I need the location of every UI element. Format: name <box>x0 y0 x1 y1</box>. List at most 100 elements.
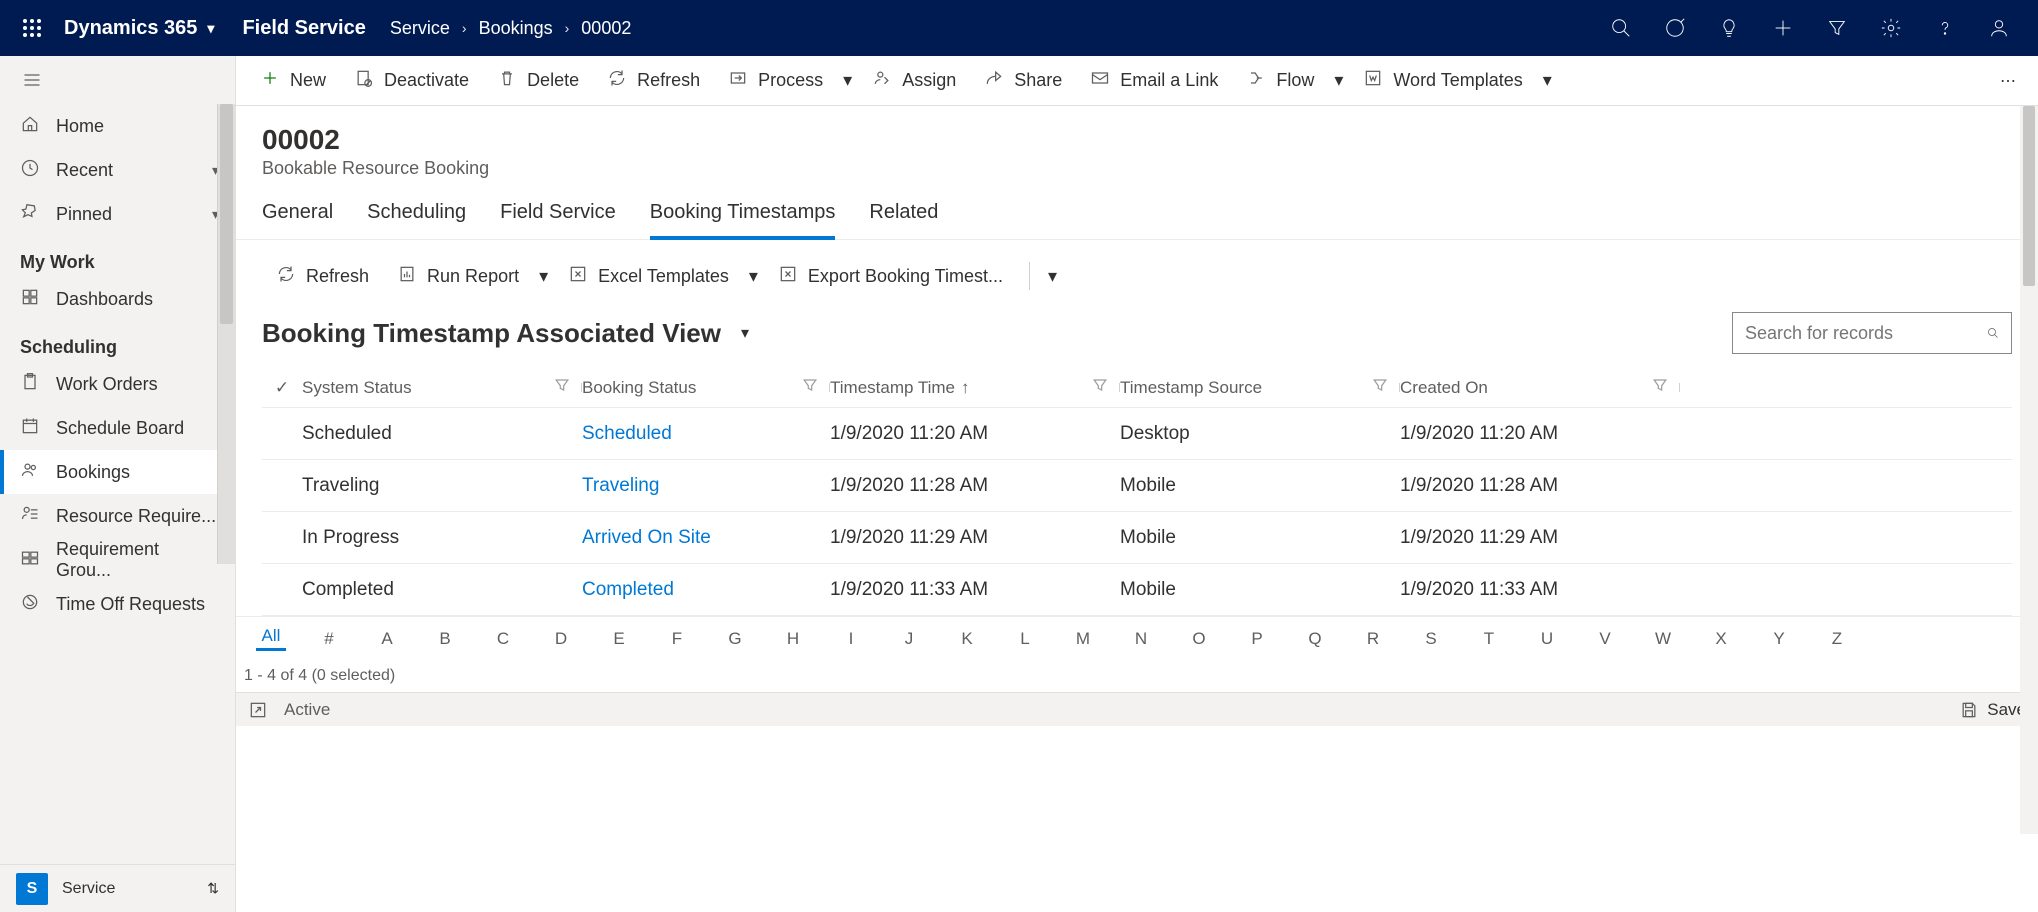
subcmd-refresh[interactable]: Refresh <box>262 256 383 296</box>
help-icon[interactable] <box>1918 0 1972 56</box>
search-input[interactable] <box>1745 323 1977 344</box>
grid-row[interactable]: CompletedCompleted1/9/2020 11:33 AMMobil… <box>262 564 2012 616</box>
cmd-deactivate[interactable]: Deactivate <box>340 61 483 101</box>
alpha-R[interactable]: R <box>1358 629 1388 649</box>
add-icon[interactable] <box>1756 0 1810 56</box>
alpha-G[interactable]: G <box>720 629 750 649</box>
overflow-button[interactable]: ⋯ <box>1988 71 2028 91</box>
sidebar-scrollbar[interactable] <box>217 104 235 564</box>
filter-icon[interactable] <box>1810 0 1864 56</box>
alpha-K[interactable]: K <box>952 629 982 649</box>
popout-icon[interactable] <box>248 700 268 720</box>
lightbulb-icon[interactable] <box>1702 0 1756 56</box>
alpha-S[interactable]: S <box>1416 629 1446 649</box>
alpha-E[interactable]: E <box>604 629 634 649</box>
alpha-J[interactable]: J <box>894 629 924 649</box>
cell-booking-status[interactable]: Completed <box>582 579 830 601</box>
gear-icon[interactable] <box>1864 0 1918 56</box>
alpha-P[interactable]: P <box>1242 629 1272 649</box>
cmd-share[interactable]: Share <box>970 61 1076 101</box>
alpha-W[interactable]: W <box>1648 629 1678 649</box>
col-header-booking-status[interactable]: Booking Status <box>582 375 830 400</box>
search-icon[interactable] <box>1594 0 1648 56</box>
grid-search[interactable] <box>1732 312 2012 354</box>
cmd-chevron[interactable]: ▾ <box>743 256 764 296</box>
alpha-A[interactable]: A <box>372 629 402 649</box>
cmd-chevron[interactable]: ▾ <box>533 256 554 296</box>
subcmd-run-report[interactable]: Run Report <box>383 256 533 296</box>
subcmd-export-booking-timest-[interactable]: Export Booking Timest... <box>764 256 1017 296</box>
col-header-system-status[interactable]: System Status <box>302 375 582 400</box>
filter-icon[interactable] <box>1370 375 1390 400</box>
col-header-timestamp-source[interactable]: Timestamp Source <box>1120 375 1400 400</box>
cmd-word-templates[interactable]: Word Templates <box>1349 61 1536 101</box>
filter-icon[interactable] <box>1650 375 1670 400</box>
alpha-D[interactable]: D <box>546 629 576 649</box>
nav-bookings[interactable]: Bookings <box>0 450 235 494</box>
cmd-new[interactable]: New <box>246 61 340 101</box>
col-header-created-on[interactable]: Created On <box>1400 375 1680 400</box>
breadcrumb-item[interactable]: 00002 <box>581 18 631 39</box>
nav-schedule-board[interactable]: Schedule Board <box>0 406 235 450</box>
alpha-F[interactable]: F <box>662 629 692 649</box>
cmd-process[interactable]: Process <box>714 61 837 101</box>
tab-general[interactable]: General <box>262 193 333 239</box>
alpha-#[interactable]: # <box>314 629 344 649</box>
alpha-X[interactable]: X <box>1706 629 1736 649</box>
breadcrumb-item[interactable]: Bookings <box>479 18 553 39</box>
filter-icon[interactable] <box>552 375 572 400</box>
cmd-email-a-link[interactable]: Email a Link <box>1076 61 1232 101</box>
cmd-assign[interactable]: Assign <box>858 61 970 101</box>
cmd-flow[interactable]: Flow <box>1232 61 1328 101</box>
cmd-chevron[interactable]: ▾ <box>1537 61 1558 101</box>
filter-icon[interactable] <box>1090 375 1110 400</box>
col-header-timestamp-time[interactable]: Timestamp Time↑ <box>830 375 1120 400</box>
view-selector-chevron[interactable]: ▾ <box>741 323 749 343</box>
alpha-O[interactable]: O <box>1184 629 1214 649</box>
alpha-L[interactable]: L <box>1010 629 1040 649</box>
more-commands-chevron[interactable]: ▾ <box>1042 256 1063 296</box>
alpha-I[interactable]: I <box>836 629 866 649</box>
nav-pinned[interactable]: Pinned▾ <box>0 192 235 236</box>
select-all-checkbox[interactable]: ✓ <box>262 378 302 398</box>
cmd-delete[interactable]: Delete <box>483 61 593 101</box>
cell-booking-status[interactable]: Traveling <box>582 475 830 497</box>
cmd-chevron[interactable]: ▾ <box>1328 61 1349 101</box>
grid-row[interactable]: ScheduledScheduled1/9/2020 11:20 AMDeskt… <box>262 408 2012 460</box>
alpha-H[interactable]: H <box>778 629 808 649</box>
grid-row[interactable]: TravelingTraveling1/9/2020 11:28 AMMobil… <box>262 460 2012 512</box>
nav-work-orders[interactable]: Work Orders <box>0 362 235 406</box>
grid-row[interactable]: In ProgressArrived On Site1/9/2020 11:29… <box>262 512 2012 564</box>
alpha-B[interactable]: B <box>430 629 460 649</box>
alpha-U[interactable]: U <box>1532 629 1562 649</box>
alpha-M[interactable]: M <box>1068 629 1098 649</box>
user-icon[interactable] <box>1972 0 2026 56</box>
nav-home[interactable]: Home <box>0 104 235 148</box>
nav-resource-require-[interactable]: Resource Require... <box>0 494 235 538</box>
nav-dashboards[interactable]: Dashboards <box>0 277 235 321</box>
nav-requirement-grou-[interactable]: Requirement Grou... <box>0 538 235 582</box>
tab-booking-timestamps[interactable]: Booking Timestamps <box>650 193 836 240</box>
area-switcher[interactable]: S Service ⇅ <box>0 864 235 912</box>
brand-switcher[interactable]: Dynamics 365 ▾ <box>64 17 214 40</box>
sidebar-toggle[interactable] <box>0 56 235 104</box>
tab-related[interactable]: Related <box>869 193 938 239</box>
nav-time-off-requests[interactable]: Time Off Requests <box>0 582 235 626</box>
alpha-C[interactable]: C <box>488 629 518 649</box>
alpha-All[interactable]: All <box>256 626 286 651</box>
alpha-N[interactable]: N <box>1126 629 1156 649</box>
tab-field-service[interactable]: Field Service <box>500 193 616 239</box>
app-launcher-icon[interactable] <box>12 18 52 38</box>
tab-scheduling[interactable]: Scheduling <box>367 193 466 239</box>
task-icon[interactable] <box>1648 0 1702 56</box>
alpha-Z[interactable]: Z <box>1822 629 1852 649</box>
breadcrumb-item[interactable]: Service <box>390 18 450 39</box>
alpha-V[interactable]: V <box>1590 629 1620 649</box>
content-scrollbar[interactable] <box>2020 106 2038 834</box>
cmd-chevron[interactable]: ▾ <box>837 61 858 101</box>
alpha-T[interactable]: T <box>1474 629 1504 649</box>
save-button[interactable]: Save <box>1959 700 2026 720</box>
subcmd-excel-templates[interactable]: Excel Templates <box>554 256 743 296</box>
alpha-Y[interactable]: Y <box>1764 629 1794 649</box>
nav-recent[interactable]: Recent▾ <box>0 148 235 192</box>
